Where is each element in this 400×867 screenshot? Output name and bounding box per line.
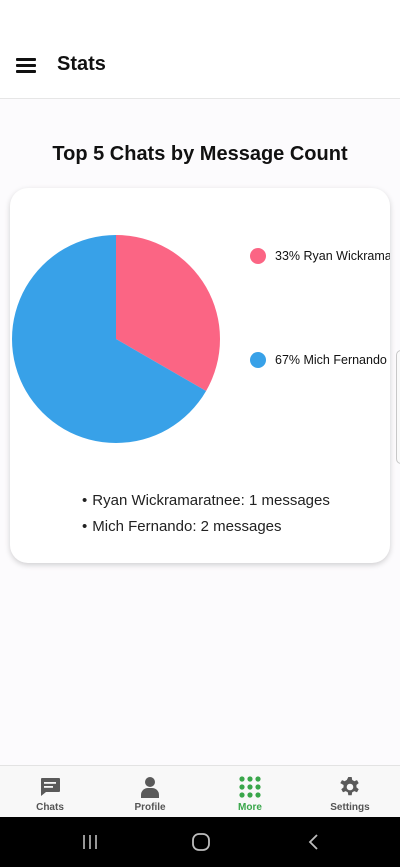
legend-label: 67% Mich Fernando bbox=[275, 353, 387, 367]
recent-apps-icon[interactable] bbox=[77, 829, 103, 855]
nav-more[interactable]: More bbox=[200, 766, 300, 818]
edge-panel-handle[interactable] bbox=[396, 350, 400, 464]
summary-text: Mich Fernando: 2 messages bbox=[92, 518, 282, 535]
bullet: • bbox=[82, 492, 88, 509]
home-icon[interactable] bbox=[188, 829, 214, 855]
legend-dot-ryan bbox=[250, 248, 266, 264]
hamburger-menu-icon[interactable] bbox=[14, 54, 38, 74]
nav-settings[interactable]: Settings bbox=[300, 766, 400, 818]
bottom-navigation: Chats Profile More Settings bbox=[0, 765, 400, 818]
summary-item: • Ryan Wickramaratnee: 1 messages bbox=[82, 492, 330, 509]
nav-label: Chats bbox=[36, 802, 64, 813]
nav-label: Settings bbox=[330, 802, 370, 813]
nav-label: Profile bbox=[134, 802, 166, 813]
nav-label: More bbox=[238, 802, 262, 813]
page-title: Stats bbox=[57, 53, 106, 75]
summary-text: Ryan Wickramaratnee: 1 messages bbox=[92, 492, 330, 509]
back-icon[interactable] bbox=[301, 829, 327, 855]
chart-title: Top 5 Chats by Message Count bbox=[52, 143, 348, 165]
gear-icon bbox=[340, 777, 359, 796]
chat-bubble-icon bbox=[41, 778, 60, 796]
legend-label: 33% Ryan Wickramaratnee bbox=[275, 249, 390, 263]
nav-chats[interactable]: Chats bbox=[0, 766, 100, 818]
stats-card: 33% Ryan Wickramaratnee 67% Mich Fernand… bbox=[10, 188, 390, 563]
pie-chart bbox=[12, 235, 220, 443]
person-icon bbox=[141, 777, 159, 798]
grid-dots-icon bbox=[239, 776, 261, 798]
summary-item: • Mich Fernando: 2 messages bbox=[82, 518, 282, 535]
legend-dot-mich bbox=[250, 352, 266, 368]
system-navigation-bar bbox=[0, 817, 400, 867]
nav-profile[interactable]: Profile bbox=[100, 766, 200, 818]
bullet: • bbox=[82, 518, 88, 535]
app-bar: Stats bbox=[0, 0, 400, 99]
